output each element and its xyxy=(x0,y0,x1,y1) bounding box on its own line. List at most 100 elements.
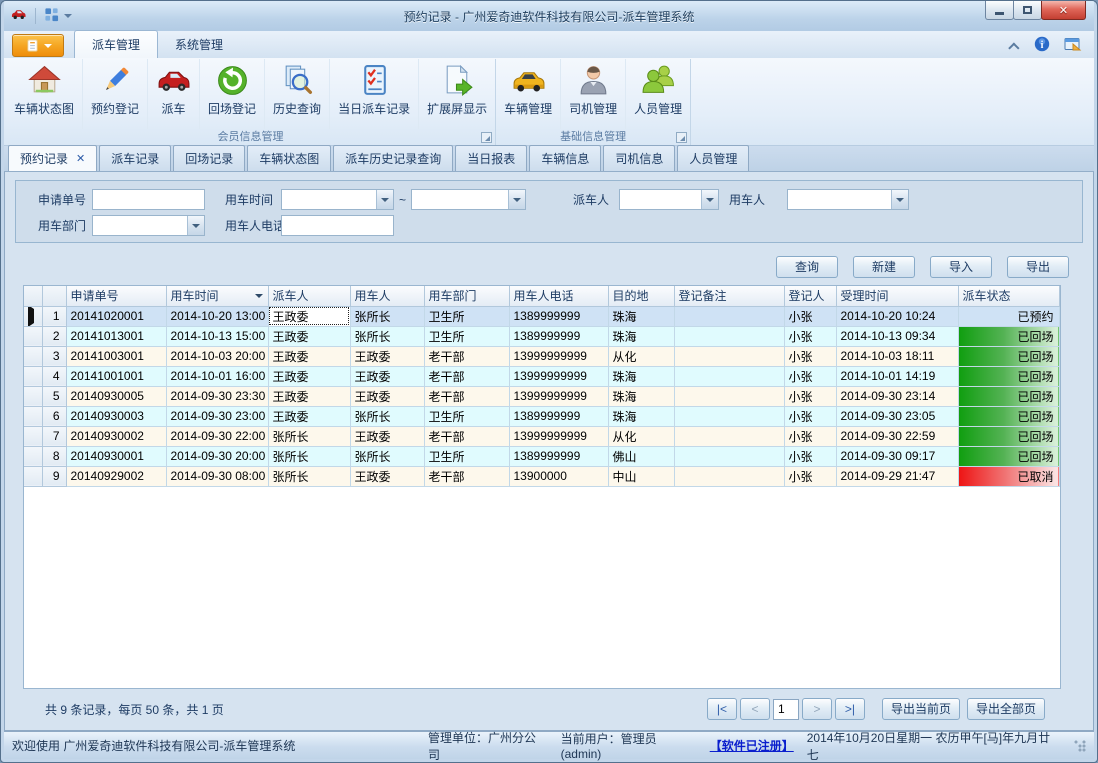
cell-dispatcher[interactable]: 张所长 xyxy=(268,446,350,466)
cell-accept-time[interactable]: 2014-09-30 23:05 xyxy=(836,406,958,426)
cell-accept-time[interactable]: 2014-09-30 09:17 xyxy=(836,446,958,466)
query-button[interactable]: 查询 xyxy=(776,256,838,278)
cell-row-number[interactable]: 9 xyxy=(42,466,66,486)
cell-dest[interactable]: 珠海 xyxy=(608,406,674,426)
cell-order[interactable]: 20140930005 xyxy=(66,386,166,406)
cell-dispatcher[interactable]: 张所长 xyxy=(268,426,350,446)
cell-note[interactable] xyxy=(674,466,784,486)
cell-dispatcher[interactable]: 王政委 xyxy=(268,386,350,406)
cell-dispatcher[interactable]: 张所长 xyxy=(268,466,350,486)
cell-time[interactable]: 2014-10-01 16:00 xyxy=(166,366,268,386)
dialog-launcher-icon[interactable] xyxy=(481,132,492,143)
cell-note[interactable] xyxy=(674,326,784,346)
dialog-launcher-icon[interactable] xyxy=(676,132,687,143)
doc-tab-vehicle-info[interactable]: 车辆信息 xyxy=(529,145,601,171)
cell-accept-time[interactable]: 2014-10-20 10:24 xyxy=(836,306,958,326)
cell-order[interactable]: 20140930003 xyxy=(66,406,166,426)
dispatcher-combo[interactable] xyxy=(619,189,719,210)
cell-time[interactable]: 2014-09-30 08:00 xyxy=(166,466,268,486)
cell-registrar[interactable]: 小张 xyxy=(784,326,836,346)
col-header-accept-time[interactable]: 受理时间 xyxy=(836,286,958,306)
ribbon-tab-system[interactable]: 系统管理 xyxy=(158,31,240,58)
doc-tab-driver-info[interactable]: 司机信息 xyxy=(603,145,675,171)
cell-user[interactable]: 王政委 xyxy=(350,466,424,486)
cell-registrar[interactable]: 小张 xyxy=(784,466,836,486)
cell-row-number[interactable]: 6 xyxy=(42,406,66,426)
doc-tab-personnel-management[interactable]: 人员管理 xyxy=(677,145,749,171)
ribbon-button-vehicle-status-map[interactable]: 车辆状态图 xyxy=(6,59,83,129)
cell-time[interactable]: 2014-09-30 23:30 xyxy=(166,386,268,406)
col-header-note[interactable]: 登记备注 xyxy=(674,286,784,306)
user-combo[interactable] xyxy=(787,189,909,210)
export-button[interactable]: 导出 xyxy=(1007,256,1069,278)
cell-row-number[interactable]: 1 xyxy=(42,306,66,326)
table-row[interactable]: 5 20140930005 2014-09-30 23:30 王政委 王政委 老… xyxy=(24,386,1059,406)
ribbon-button-dispatch[interactable]: 派车 xyxy=(148,59,200,129)
doc-tab-daily-report[interactable]: 当日报表 xyxy=(455,145,527,171)
department-combo[interactable] xyxy=(92,215,205,236)
cell-row-number[interactable]: 4 xyxy=(42,366,66,386)
chevron-down-icon[interactable] xyxy=(187,216,204,235)
cell-note[interactable] xyxy=(674,426,784,446)
doc-tab-dispatch-records[interactable]: 派车记录 xyxy=(99,145,171,171)
col-header-order[interactable]: 申请单号 xyxy=(66,286,166,306)
ribbon-button-return-register[interactable]: 回场登记 xyxy=(200,59,265,129)
cell-note[interactable] xyxy=(674,346,784,366)
cell-dest[interactable]: 中山 xyxy=(608,466,674,486)
cell-user[interactable]: 张所长 xyxy=(350,406,424,426)
table-row[interactable]: 9 20140929002 2014-09-30 08:00 张所长 王政委 老… xyxy=(24,466,1059,486)
cell-registrar[interactable]: 小张 xyxy=(784,346,836,366)
cell-order[interactable]: 20140929002 xyxy=(66,466,166,486)
cell-status[interactable]: 已取消 xyxy=(958,466,1059,486)
cell-user[interactable]: 张所长 xyxy=(350,306,424,326)
cell-dispatcher[interactable]: 王政委 xyxy=(268,366,350,386)
col-header-dept[interactable]: 用车部门 xyxy=(424,286,509,306)
ribbon-button-driver-management[interactable]: 司机管理 xyxy=(561,59,626,129)
cell-user[interactable]: 王政委 xyxy=(350,386,424,406)
cell-dispatcher-focused[interactable]: 王政委 xyxy=(268,306,350,326)
cell-accept-time[interactable]: 2014-10-13 09:34 xyxy=(836,326,958,346)
col-header-dest[interactable]: 目的地 xyxy=(608,286,674,306)
cell-user[interactable]: 王政委 xyxy=(350,366,424,386)
table-row[interactable]: 1 20141020001 2014-10-20 13:00 王政委 张所长 卫… xyxy=(24,306,1059,326)
cell-registrar[interactable]: 小张 xyxy=(784,426,836,446)
cell-status[interactable]: 已回场 xyxy=(958,346,1059,366)
cell-time[interactable]: 2014-09-30 22:00 xyxy=(166,426,268,446)
ribbon-button-vehicle-management[interactable]: 车辆管理 xyxy=(496,59,561,129)
cell-dept[interactable]: 老干部 xyxy=(424,346,509,366)
cell-dest[interactable]: 珠海 xyxy=(608,306,674,326)
cell-accept-time[interactable]: 2014-09-30 23:14 xyxy=(836,386,958,406)
phone-input[interactable] xyxy=(281,215,394,236)
cell-note[interactable] xyxy=(674,406,784,426)
cell-user[interactable]: 张所长 xyxy=(350,446,424,466)
cell-accept-time[interactable]: 2014-10-03 18:11 xyxy=(836,346,958,366)
next-page-button[interactable]: > xyxy=(802,698,832,720)
quick-access-layout-icon[interactable] xyxy=(44,7,59,25)
cell-row-number[interactable]: 8 xyxy=(42,446,66,466)
collapse-ribbon-icon[interactable] xyxy=(1008,42,1019,53)
cell-dept[interactable]: 老干部 xyxy=(424,366,509,386)
chevron-down-icon[interactable] xyxy=(891,190,908,209)
application-no-input[interactable] xyxy=(92,189,205,210)
chevron-down-icon[interactable] xyxy=(64,14,72,18)
cell-dest[interactable]: 珠海 xyxy=(608,386,674,406)
cell-time[interactable]: 2014-10-13 15:00 xyxy=(166,326,268,346)
cell-phone[interactable]: 1389999999 xyxy=(509,406,608,426)
cell-registrar[interactable]: 小张 xyxy=(784,446,836,466)
ribbon-button-history-query[interactable]: 历史查询 xyxy=(265,59,330,129)
cell-dept[interactable]: 老干部 xyxy=(424,426,509,446)
new-button[interactable]: 新建 xyxy=(853,256,915,278)
cell-order[interactable]: 20141001001 xyxy=(66,366,166,386)
minimize-button[interactable] xyxy=(985,1,1014,20)
close-button[interactable] xyxy=(1041,1,1086,20)
ribbon-button-personnel-management[interactable]: 人员管理 xyxy=(626,59,690,129)
cell-accept-time[interactable]: 2014-10-01 14:19 xyxy=(836,366,958,386)
cell-phone[interactable]: 1389999999 xyxy=(509,446,608,466)
cell-status[interactable]: 已回场 xyxy=(958,366,1059,386)
ribbon-tab-dispatch[interactable]: 派车管理 xyxy=(74,30,158,58)
chevron-down-icon[interactable] xyxy=(701,190,718,209)
cell-registrar[interactable]: 小张 xyxy=(784,306,836,326)
export-all-pages-button[interactable]: 导出全部页 xyxy=(967,698,1045,720)
table-row[interactable]: 6 20140930003 2014-09-30 23:00 王政委 张所长 卫… xyxy=(24,406,1059,426)
cell-dispatcher[interactable]: 王政委 xyxy=(268,346,350,366)
